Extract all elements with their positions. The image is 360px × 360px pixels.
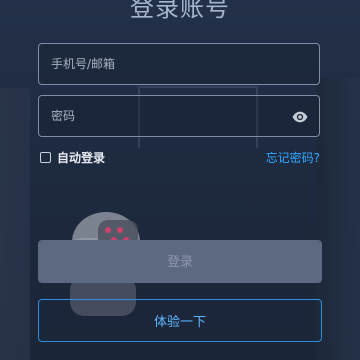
login-options-row: 自动登录 忘记密码? <box>40 147 320 167</box>
password-input[interactable] <box>39 96 319 136</box>
password-field[interactable] <box>38 95 320 137</box>
eye-icon[interactable] <box>291 108 309 126</box>
account-field[interactable] <box>38 43 320 85</box>
background-panel-right <box>316 78 360 360</box>
account-input[interactable] <box>39 44 319 84</box>
login-button[interactable]: 登录 <box>38 240 322 283</box>
auto-login-label: 自动登录 <box>57 150 106 165</box>
background-panel-left <box>0 88 30 360</box>
forgot-password-link[interactable]: 忘记密码? <box>266 149 320 166</box>
checkbox-box[interactable] <box>40 151 51 163</box>
page-title: 登录账号 <box>130 0 230 22</box>
trial-button[interactable]: 体验一下 <box>38 299 322 342</box>
auto-login-checkbox[interactable]: 自动登录 <box>40 147 105 167</box>
